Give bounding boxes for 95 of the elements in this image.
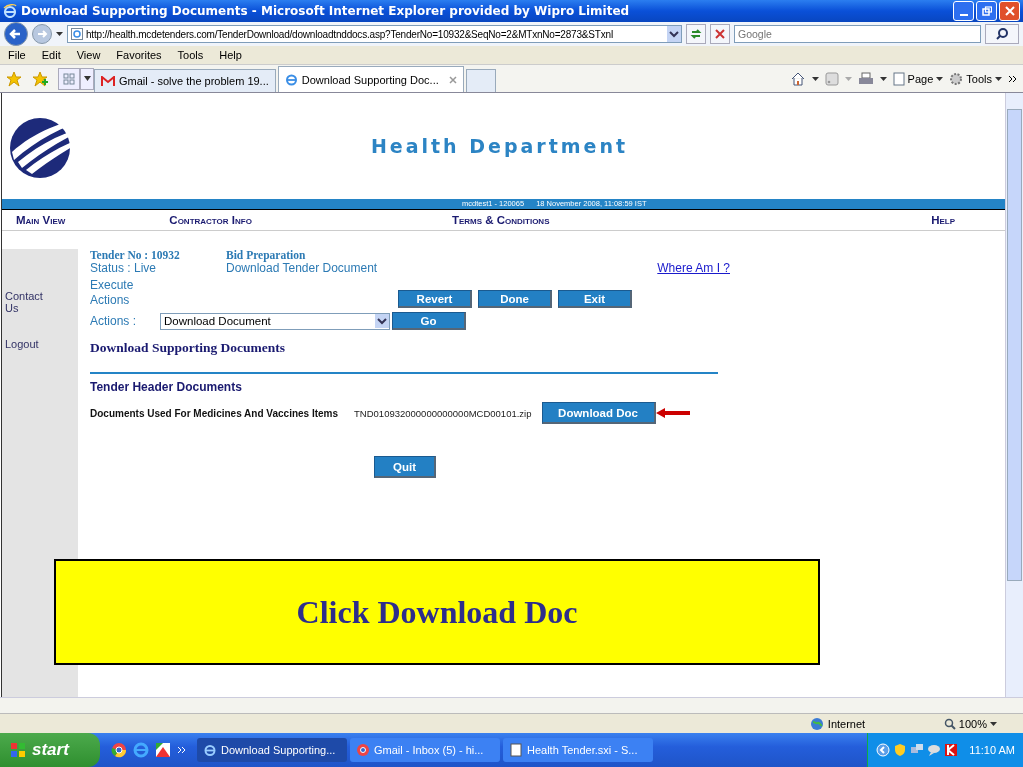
nav-link[interactable]: Terms & Conditions [451, 214, 550, 226]
browser-icon [284, 73, 298, 86]
actions-label: Actions : [90, 313, 138, 329]
chrome-icon [356, 743, 370, 757]
stop-icon [714, 28, 726, 40]
tender-number: Tender No : 10932 [90, 249, 181, 261]
action-button[interactable]: Exit [558, 290, 632, 308]
search-field[interactable]: Google [734, 25, 981, 43]
menu-item[interactable]: Help [219, 49, 242, 61]
refresh-icon [689, 27, 703, 41]
sidebar-link[interactable]: Logout [5, 338, 78, 350]
add-favorite-icon[interactable] [32, 70, 48, 87]
section-title: Download Supporting Documents [90, 340, 287, 356]
magnifier-icon [943, 717, 956, 730]
minimize-icon [959, 13, 968, 16]
menu-item[interactable]: Edit [41, 49, 61, 61]
page-icon [71, 28, 83, 40]
file-name: TND010932000000000000MCD00101.zip [354, 407, 532, 419]
menu-item[interactable]: Favorites [116, 49, 162, 61]
browser-icon[interactable] [133, 742, 149, 758]
arrow-icon [655, 408, 690, 418]
taskbar-button[interactable]: Gmail - Inbox (5) - hi... [350, 738, 500, 762]
chat-icon[interactable] [927, 743, 942, 757]
download-button[interactable]: Download Doc [541, 402, 656, 424]
caret-icon [995, 76, 1002, 81]
taskbar-button[interactable]: Health Tender.sxi - S... [503, 738, 653, 762]
horizontal-scrollbar[interactable] [0, 697, 1023, 713]
tender-status: Status : Live [90, 261, 158, 275]
restore-icon [981, 6, 992, 16]
menu-item[interactable]: File [8, 49, 26, 61]
action-button[interactable]: Done [478, 290, 552, 308]
browser-tab[interactable]: Gmail - solve the problem 19... [94, 69, 276, 92]
vertical-scrollbar[interactable] [1005, 93, 1023, 697]
grid-icon [63, 72, 75, 85]
document-name: Documents Used For Medicines And Vaccines Items [90, 407, 339, 419]
nav-link[interactable]: Help [931, 214, 955, 226]
caret-icon [83, 76, 91, 81]
tools-menu[interactable]: Tools [949, 71, 1002, 86]
back-button[interactable] [4, 22, 28, 46]
site-title: Health Department [369, 135, 630, 157]
minimize-button[interactable] [953, 1, 974, 21]
subsection-title: Tender Header Documents [90, 380, 243, 394]
page-menu[interactable]: Page [892, 71, 944, 86]
nav-link[interactable]: Contractor Info [169, 214, 252, 226]
execute-label: Execute Actions [90, 278, 135, 308]
windows-flag-icon [10, 742, 26, 758]
home-icon[interactable] [789, 70, 806, 87]
mail-icon [101, 75, 115, 87]
quit-button[interactable]: Quit [374, 456, 436, 478]
new-tab-button[interactable] [465, 69, 496, 92]
printer-icon[interactable] [857, 70, 874, 87]
document-icon [509, 743, 523, 757]
nav-link[interactable]: Main View [16, 214, 66, 226]
stop-button[interactable] [710, 24, 730, 44]
close-icon [1004, 6, 1015, 16]
gear-icon [949, 71, 964, 86]
window-title: Download Supporting Documents - Microsoft Internet Explorer provided by Wipro Limited [21, 4, 631, 18]
restore-button[interactable] [976, 1, 997, 21]
stage-label: Download Tender Document [226, 261, 378, 275]
browser-icon [3, 4, 17, 18]
callout-text: Click Download Doc [296, 593, 578, 631]
chrome-icon[interactable] [111, 742, 127, 758]
address-field[interactable]: http://health.mcdetenders.com/TenderDownload/downloadtnddocs.asp?TenderNo=10932&SeqNo=2&MTxnNo=2873&STxnI [67, 25, 682, 43]
caret-icon [990, 721, 997, 726]
browser-tab[interactable]: Download Supporting Doc... [277, 66, 464, 92]
caret-icon[interactable] [879, 76, 887, 81]
caret-icon[interactable] [811, 76, 819, 81]
where-am-i-link[interactable]: Where Am I ? [657, 261, 730, 275]
zone-status: Internet [809, 716, 940, 731]
go-button[interactable]: Go [392, 312, 466, 330]
browser-icon [203, 743, 217, 757]
star-icon[interactable] [6, 70, 22, 87]
close-icon[interactable] [448, 75, 457, 84]
picture-viewer-icon[interactable] [155, 742, 171, 758]
more-icon[interactable] [1008, 74, 1017, 83]
shield-icon[interactable] [893, 743, 908, 757]
globe-icon [809, 716, 824, 731]
tab-list-button[interactable] [80, 67, 94, 90]
sidebar-link[interactable]: Contact Us [5, 290, 45, 314]
caret-icon[interactable] [56, 32, 63, 36]
actions-dropdown[interactable]: Download Document [160, 312, 390, 330]
search-button[interactable] [985, 24, 1019, 44]
zoom-control[interactable]: 100% [943, 717, 997, 730]
antivirus-icon[interactable] [944, 743, 959, 757]
menu-item[interactable]: Tools [177, 49, 204, 61]
page-icon [892, 71, 905, 86]
bid-label: Bid Preparation [226, 249, 307, 261]
search-icon [995, 27, 1009, 41]
menu-item[interactable]: View [76, 49, 101, 61]
clock: 11:10 AM [969, 744, 1015, 756]
close-button[interactable] [999, 1, 1020, 21]
caret-icon [936, 76, 944, 81]
refresh-button[interactable] [686, 24, 706, 44]
taskbar-button[interactable]: Download Supporting... [197, 738, 347, 762]
action-button[interactable]: Revert [398, 290, 472, 308]
